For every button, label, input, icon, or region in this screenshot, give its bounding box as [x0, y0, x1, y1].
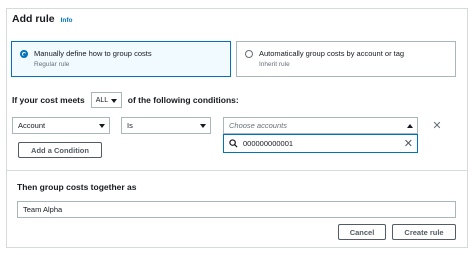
- option-sublabel: Regular rule: [34, 61, 70, 68]
- account-search-input[interactable]: 000000000001 ✕: [223, 134, 418, 153]
- match-select[interactable]: ALL: [90, 92, 122, 108]
- option-sublabel: Inherit rule: [259, 61, 290, 68]
- header: Add rule Info: [12, 13, 73, 25]
- caret-down-icon: [99, 124, 105, 128]
- info-link[interactable]: Info: [61, 17, 73, 24]
- page-title: Add rule: [12, 13, 55, 25]
- option-label: Manually define how to group costs: [34, 49, 152, 58]
- condition-value-select[interactable]: Choose accounts: [223, 117, 418, 134]
- condition-operator-value: Is: [127, 121, 133, 130]
- option-inherit-rule[interactable]: Automatically group costs by account or …: [236, 41, 456, 77]
- remove-condition-icon[interactable]: ✕: [430, 117, 444, 134]
- caret-up-icon: [407, 124, 413, 128]
- condition-field-value: Account: [18, 121, 46, 130]
- cancel-button[interactable]: Cancel: [338, 224, 386, 240]
- group-section-label: Then group costs together as: [17, 182, 137, 192]
- clear-icon[interactable]: ✕: [404, 137, 413, 150]
- group-name-input[interactable]: Team Alpha: [17, 201, 456, 218]
- divider: [6, 170, 468, 171]
- add-condition-button[interactable]: Add a Condition: [18, 142, 102, 158]
- match-value: ALL: [95, 96, 109, 104]
- create-rule-button[interactable]: Create rule: [392, 224, 456, 240]
- conditions-prefix: If your cost meets: [12, 95, 85, 105]
- search-icon: [229, 139, 238, 148]
- caret-down-icon: [110, 99, 117, 103]
- condition-field-select[interactable]: Account: [12, 117, 110, 134]
- condition-value-placeholder: Choose accounts: [229, 121, 287, 130]
- option-label: Automatically group costs by account or …: [259, 49, 405, 58]
- condition-operator-select[interactable]: Is: [121, 117, 211, 134]
- group-name-value: Team Alpha: [23, 205, 63, 214]
- radio-unselected-icon[interactable]: [245, 50, 253, 58]
- search-value: 000000000001: [243, 139, 294, 148]
- radio-selected-icon[interactable]: [20, 50, 28, 58]
- option-manual-rule[interactable]: Manually define how to group costs Regul…: [11, 41, 231, 77]
- conditions-suffix: of the following conditions:: [127, 95, 239, 105]
- caret-down-icon: [200, 124, 206, 128]
- conditions-sentence: If your cost meets ALL of the following …: [12, 92, 239, 108]
